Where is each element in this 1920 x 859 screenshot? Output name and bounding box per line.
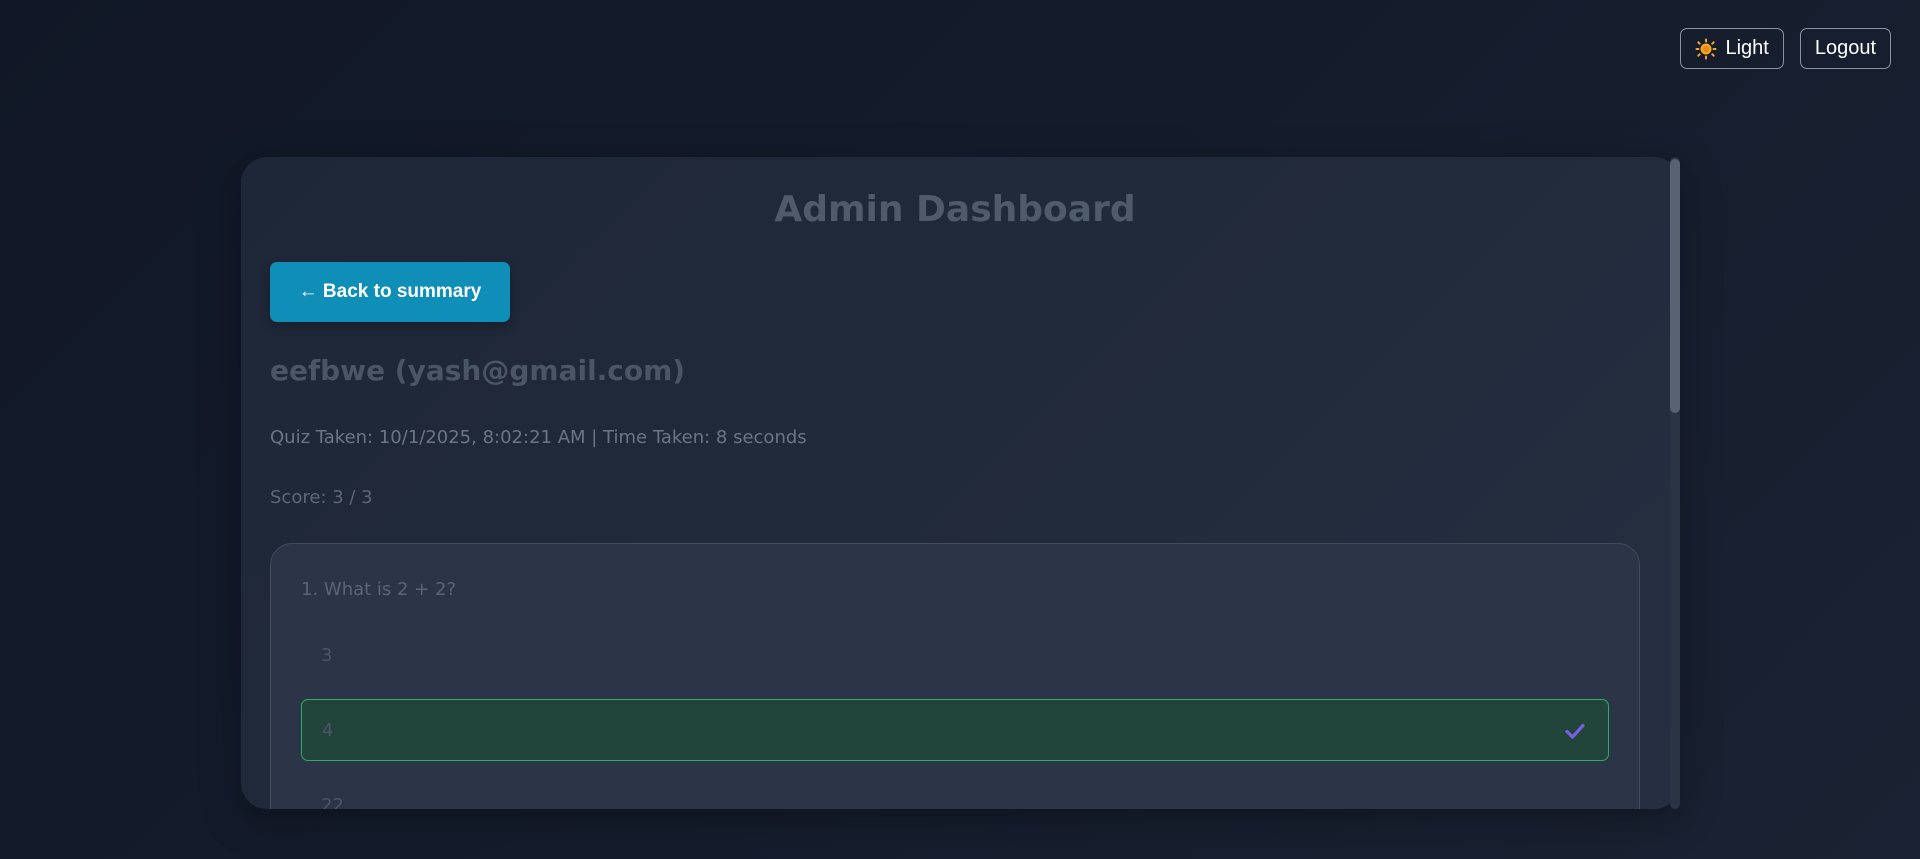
score-text: Score: 3 / 3	[270, 487, 373, 508]
dashboard-card: Admin Dashboard ← Back to summary eefbwe…	[241, 157, 1680, 809]
theme-toggle-label: Light	[1725, 37, 1769, 59]
back-to-summary-button[interactable]: ← Back to summary	[270, 262, 510, 322]
top-actions: Light Logout	[1680, 28, 1891, 69]
sun-icon	[1695, 38, 1717, 60]
answer-option-selected: 4	[301, 699, 1609, 761]
scrollbar-thumb[interactable]	[1670, 159, 1680, 413]
theme-toggle-button[interactable]: Light	[1680, 28, 1784, 69]
page-title: Admin Dashboard	[774, 189, 1136, 230]
question-text: 1. What is 2 + 2?	[301, 579, 456, 600]
check-icon	[1564, 720, 1586, 742]
answer-option-label: 3	[321, 644, 333, 666]
question-card: 1. What is 2 + 2? 3 4 22	[270, 543, 1640, 809]
user-heading: eefbwe (yash@gmail.com)	[270, 354, 686, 387]
answer-option: 3	[301, 624, 1609, 686]
answer-option-label: 4	[322, 719, 334, 741]
quiz-meta: Quiz Taken: 10/1/2025, 8:02:21 AM | Time…	[270, 427, 807, 448]
card-scrollbar[interactable]	[1670, 157, 1680, 809]
answer-option: 22	[301, 774, 1609, 810]
logout-button[interactable]: Logout	[1799, 28, 1891, 69]
answer-option-label: 22	[321, 794, 344, 810]
